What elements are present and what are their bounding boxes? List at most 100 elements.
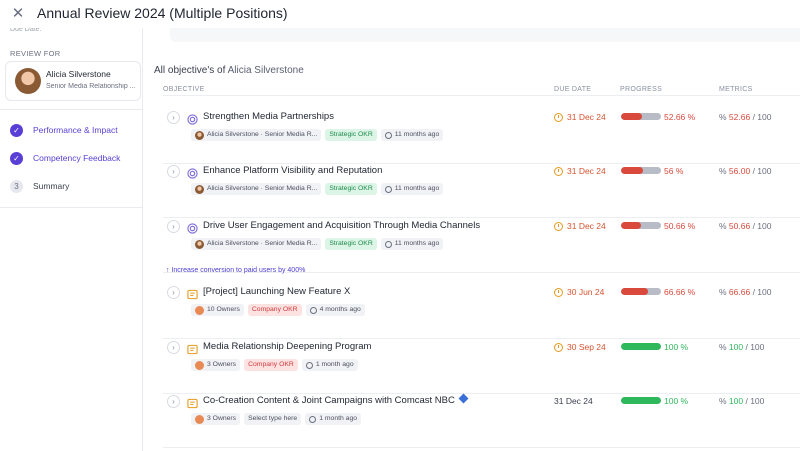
objective-title[interactable]: Media Relationship Deepening Program: [203, 341, 371, 352]
warning-icon: [554, 287, 563, 297]
close-icon[interactable]: ✕: [10, 6, 26, 22]
objective-title[interactable]: Strengthen Media Partnerships: [203, 111, 334, 122]
progress-bar: [621, 397, 661, 404]
warning-icon: [554, 342, 563, 352]
page-title: Annual Review 2024 (Multiple Positions): [37, 5, 288, 21]
okr-type-chip[interactable]: Strategic OKR: [325, 183, 377, 195]
updated-time-chip: 1 month ago: [305, 413, 362, 425]
clock-icon: [384, 131, 392, 139]
objective-meta: Alicia Silverstone · Senior Media R... S…: [191, 129, 444, 141]
reviewee-card[interactable]: Alicia Silverstone Senior Media Relation…: [5, 61, 141, 101]
updated-time-chip: 4 months ago: [305, 304, 365, 316]
progress-bar: [621, 113, 661, 120]
progress-fill: [621, 343, 661, 350]
top-strip: [170, 28, 800, 42]
step-competency-feedback[interactable]: ✓ Competency Feedback: [10, 151, 120, 165]
step-label: Performance & Impact: [33, 125, 118, 135]
avatar: [195, 239, 204, 249]
objective-row[interactable]: › [Project] Launching New Feature X 10 O…: [143, 285, 800, 339]
objective-meta: Alicia Silverstone · Senior Media R... S…: [191, 238, 444, 250]
objective-row[interactable]: › Co-Creation Content & Joint Campaigns …: [143, 393, 800, 448]
updated-time-chip: 11 months ago: [380, 238, 444, 250]
okr-type-chip[interactable]: Select type here: [244, 413, 302, 425]
progress-bar: [621, 288, 661, 295]
objective-meta: 3 Owners Company OKR 1 month ago: [191, 359, 358, 371]
progress-fill: [621, 288, 648, 295]
updated-time-chip: 1 month ago: [301, 359, 358, 371]
metric-value: % 66.66 / 100: [719, 287, 772, 297]
objective-title[interactable]: Enhance Platform Visibility and Reputati…: [203, 165, 382, 176]
check-icon: ✓: [10, 123, 23, 137]
clock-icon: [309, 306, 317, 314]
objective-row[interactable]: › Media Relationship Deepening Program 3…: [143, 340, 800, 394]
objective-title[interactable]: Co-Creation Content & Joint Campaigns wi…: [203, 393, 469, 406]
divider: [163, 95, 800, 96]
col-metrics: METRICS: [719, 86, 753, 93]
owners-icon: [195, 360, 204, 370]
okr-type-chip[interactable]: Strategic OKR: [325, 238, 377, 250]
project-icon: [187, 396, 198, 409]
expand-chevron-icon[interactable]: ›: [167, 341, 180, 354]
objective-title[interactable]: Drive User Engagement and Acquisition Th…: [203, 220, 480, 231]
avatar: [15, 68, 41, 94]
target-icon: [187, 221, 198, 234]
okr-type-chip[interactable]: Company OKR: [244, 359, 298, 371]
expand-chevron-icon[interactable]: ›: [167, 286, 180, 299]
owner-chip[interactable]: 3 Owners: [191, 359, 241, 371]
objective-meta: Alicia Silverstone · Senior Media R... S…: [191, 183, 444, 195]
objective-row[interactable]: › Drive User Engagement and Acquisition …: [143, 219, 800, 273]
due-date: 31 Dec 24: [554, 396, 593, 406]
updated-time-chip: 11 months ago: [380, 129, 444, 141]
okr-type-chip[interactable]: Strategic OKR: [325, 129, 377, 141]
step-summary[interactable]: 3 Summary: [10, 179, 69, 193]
metric-value: % 100 / 100: [719, 342, 765, 352]
owners-icon: [195, 414, 204, 424]
objective-row[interactable]: › Strengthen Media Partnerships Alicia S…: [143, 110, 800, 164]
step-label: Competency Feedback: [33, 153, 121, 163]
divider: [0, 207, 143, 208]
owner-chip[interactable]: 3 Owners: [191, 413, 241, 425]
due-date-label: Due Date:: [10, 28, 42, 33]
objective-title[interactable]: [Project] Launching New Feature X: [203, 286, 350, 297]
main-content: All objective's of Alicia Silverstone OB…: [143, 28, 800, 451]
owner-chip[interactable]: 10 Owners: [191, 304, 244, 316]
section-title-name: Alicia Silverstone: [227, 65, 304, 76]
progress-percent: 66.66 %: [664, 287, 696, 297]
col-due-date: DUE DATE: [554, 86, 592, 93]
step-performance-impact[interactable]: ✓ Performance & Impact: [10, 123, 118, 137]
owners-icon: [195, 305, 204, 315]
review-for-label: REVIEW FOR: [10, 49, 61, 58]
metric-value: % 100 / 100: [719, 396, 765, 406]
progress-percent: 56 %: [664, 166, 684, 176]
objective-row[interactable]: › Enhance Platform Visibility and Reputa…: [143, 164, 800, 218]
step-number: 3: [10, 179, 23, 193]
owner-chip[interactable]: Alicia Silverstone · Senior Media R...: [191, 183, 322, 195]
owner-chip[interactable]: Alicia Silverstone · Senior Media R...: [191, 129, 322, 141]
parent-goal-link[interactable]: ↑ Increase conversion to paid users by 4…: [166, 267, 305, 274]
okr-type-chip[interactable]: Company OKR: [247, 304, 302, 316]
updated-time-chip: 11 months ago: [380, 183, 444, 195]
expand-chevron-icon[interactable]: ›: [167, 395, 180, 408]
reviewee-role: Senior Media Relationship ...: [46, 83, 136, 90]
expand-chevron-icon[interactable]: ›: [167, 165, 180, 178]
col-objective: OBJECTIVE: [163, 86, 205, 93]
due-date: 31 Dec 24: [554, 166, 606, 176]
clock-icon: [384, 240, 392, 248]
expand-chevron-icon[interactable]: ›: [167, 111, 180, 124]
step-label: Summary: [33, 181, 70, 191]
owner-chip[interactable]: Alicia Silverstone · Senior Media R...: [191, 238, 322, 250]
check-icon: ✓: [10, 151, 23, 165]
clock-icon: [309, 415, 317, 423]
objective-meta: 3 Owners Select type here 1 month ago: [191, 413, 362, 425]
divider: [0, 109, 143, 110]
sidebar: Due Date: REVIEW FOR Alicia Silverstone …: [0, 28, 143, 451]
divider: [163, 338, 800, 339]
divider: [163, 217, 800, 218]
progress-fill: [621, 167, 644, 174]
progress-bar: [621, 343, 661, 350]
expand-chevron-icon[interactable]: ›: [167, 220, 180, 233]
clock-icon: [305, 361, 313, 369]
metric-value: % 50.66 / 100: [719, 221, 772, 231]
due-date: 30 Sep 24: [554, 342, 606, 352]
header: ✕ Annual Review 2024 (Multiple Positions…: [0, 0, 800, 28]
